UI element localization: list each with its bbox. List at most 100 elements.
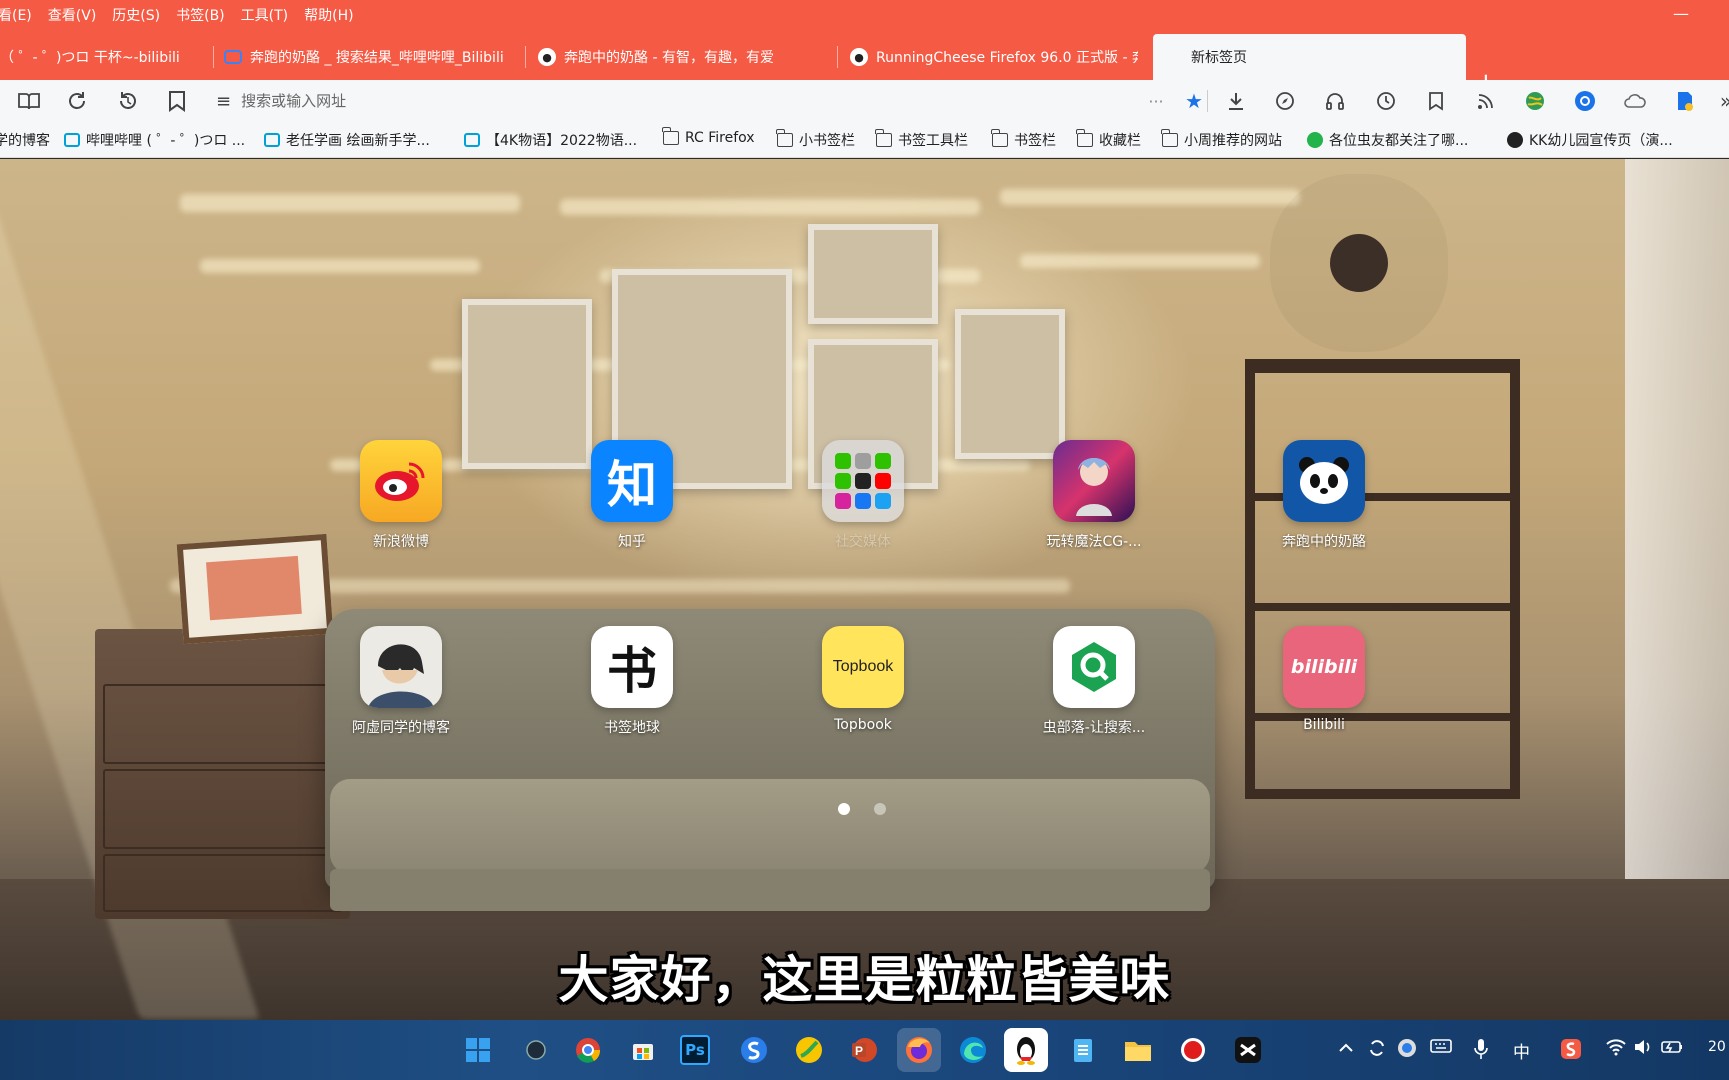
speed-dial-ahu-blog[interactable]: 阿虚同学的博客 bbox=[341, 626, 461, 737]
sunlight-stripe bbox=[1000, 189, 1300, 205]
weibo-icon bbox=[360, 440, 442, 522]
url-input[interactable] bbox=[241, 92, 542, 110]
capcut-icon[interactable] bbox=[1230, 1032, 1266, 1068]
bookmark-item[interactable]: 哔哩哔哩 ( ゜- ゜)つロ ... bbox=[64, 130, 245, 150]
reader-view-icon[interactable] bbox=[16, 88, 42, 114]
menu-view[interactable]: 查看(V) bbox=[40, 5, 105, 25]
page-info-icon[interactable]: ≡ bbox=[216, 91, 231, 112]
windows-start-icon[interactable] bbox=[460, 1032, 496, 1068]
app-mini-icon bbox=[875, 453, 891, 469]
minimize-button[interactable]: — bbox=[1673, 4, 1689, 23]
url-bar[interactable]: ≡ bbox=[216, 88, 542, 114]
tile-label: 阿虚同学的博客 bbox=[352, 720, 450, 736]
star-icon[interactable]: ★ bbox=[1182, 89, 1206, 113]
bilibili-tv-icon bbox=[224, 50, 242, 64]
tray-expand-icon[interactable] bbox=[1338, 1038, 1354, 1058]
taskbar-clock[interactable]: 20 bbox=[1708, 1039, 1726, 1055]
page-dot-2[interactable] bbox=[874, 803, 886, 815]
globe-extension-icon[interactable] bbox=[1523, 89, 1547, 113]
bookmark-folder[interactable]: 书签栏 bbox=[991, 129, 1056, 150]
headphones-icon[interactable] bbox=[1323, 89, 1347, 113]
menu-help[interactable]: 帮助(H) bbox=[296, 5, 361, 25]
app-tray-icon[interactable] bbox=[1397, 1038, 1417, 1063]
translate-extension-icon[interactable] bbox=[1573, 89, 1597, 113]
menu-bookmarks[interactable]: 书签(B) bbox=[168, 5, 233, 25]
search-icon[interactable] bbox=[518, 1032, 554, 1068]
script-extension-icon[interactable] bbox=[1673, 89, 1697, 113]
shelf-board bbox=[1255, 603, 1510, 611]
folder-icon bbox=[1161, 129, 1178, 147]
menu-expand-icon[interactable]: » bbox=[1714, 89, 1729, 113]
ime-indicator[interactable]: 中 bbox=[1513, 1038, 1530, 1063]
360-browser-icon[interactable] bbox=[791, 1032, 827, 1068]
menu-tools[interactable]: 工具(T) bbox=[233, 5, 296, 25]
speed-dial-weibo[interactable]: 新浪微博 bbox=[341, 440, 461, 551]
bookmark-folder[interactable]: 小书签栏 bbox=[776, 129, 855, 150]
compass-icon[interactable] bbox=[1273, 89, 1297, 113]
sogou-ime-icon[interactable] bbox=[1560, 1038, 1582, 1065]
bookmark-item[interactable]: 【4K物语】2022物语... bbox=[464, 130, 637, 150]
sync-tray-icon[interactable] bbox=[1367, 1038, 1387, 1063]
battery-icon[interactable] bbox=[1660, 1038, 1684, 1061]
bookmark-item[interactable]: 老任学画 绘画新手学... bbox=[264, 130, 430, 150]
speed-dial-chongbuluo[interactable]: 虫部落-让搜索... bbox=[1034, 626, 1154, 737]
tab-bilibili-home[interactable]: （ ゜- ゜)つロ 干杯~-bilibili bbox=[0, 38, 214, 76]
tab-bilibili-search[interactable]: 奔跑的奶酪 _ 搜索结果_哔哩哔哩_Bilibili bbox=[216, 38, 526, 76]
kk-icon bbox=[1507, 132, 1523, 148]
menu-history[interactable]: 历史(S) bbox=[104, 5, 168, 25]
bookmark-icon[interactable] bbox=[164, 88, 190, 114]
menu-edit[interactable]: 看(E) bbox=[0, 5, 40, 25]
topbook-glyph: Topbook bbox=[832, 658, 894, 675]
powerpoint-icon[interactable]: P bbox=[846, 1032, 882, 1068]
bookmarks-sidebar-icon[interactable] bbox=[1424, 89, 1448, 113]
tab-new-tab[interactable]: 新标签页 bbox=[1153, 34, 1466, 80]
chrome-icon[interactable] bbox=[570, 1032, 606, 1068]
bookmark-item[interactable]: KK幼儿园宣传页（演... bbox=[1507, 130, 1673, 150]
download-icon[interactable] bbox=[1224, 89, 1248, 113]
bookmark-label: 书签栏 bbox=[1014, 133, 1056, 149]
reload-icon[interactable] bbox=[64, 88, 90, 114]
microsoft-store-icon[interactable] bbox=[625, 1032, 661, 1068]
zhihu-icon: 知 bbox=[591, 440, 673, 522]
speed-dial-magic-cg[interactable]: 玩转魔法CG-... bbox=[1034, 440, 1154, 551]
new-tab-page: 新浪微博 知 知乎 社交媒体 玩转魔法CG-... 奔跑中的奶酪 阿虚同学的博客… bbox=[0, 159, 1729, 1020]
microphone-icon[interactable] bbox=[1474, 1038, 1488, 1065]
tab-runningcheese-firefox[interactable]: ● RunningCheese Firefox 96.0 正式版 - 奔 bbox=[842, 38, 1138, 76]
wall-clock bbox=[1330, 234, 1388, 292]
edge-icon[interactable] bbox=[955, 1032, 991, 1068]
bookmark-folder[interactable]: 收藏栏 bbox=[1076, 129, 1141, 150]
firefox-icon[interactable] bbox=[897, 1028, 941, 1072]
photoshop-icon[interactable]: Ps bbox=[680, 1035, 710, 1065]
tile-label: 虫部落-让搜索... bbox=[1042, 720, 1146, 736]
bookmark-folder[interactable]: 书签工具栏 bbox=[875, 129, 968, 150]
volume-icon[interactable] bbox=[1633, 1038, 1653, 1061]
sofa-base bbox=[330, 869, 1210, 911]
speed-dial-bilibili[interactable]: bilibili Bilibili bbox=[1264, 626, 1384, 733]
keyboard-icon[interactable] bbox=[1430, 1038, 1452, 1059]
page-actions-more-icon[interactable]: ··· bbox=[1144, 89, 1168, 113]
bookmark-item[interactable]: 学的博客 bbox=[0, 130, 50, 150]
sogou-browser-icon[interactable] bbox=[736, 1032, 772, 1068]
wifi-icon[interactable] bbox=[1605, 1038, 1627, 1061]
screen-recorder-icon[interactable] bbox=[1175, 1032, 1211, 1068]
file-explorer-icon[interactable] bbox=[1120, 1032, 1156, 1068]
undo-close-tab-icon[interactable] bbox=[115, 88, 141, 114]
notepad-icon[interactable] bbox=[1065, 1032, 1101, 1068]
speed-dial-runningcheese[interactable]: 奔跑中的奶酪 bbox=[1264, 440, 1384, 551]
tab-runningcheese[interactable]: ● 奔跑中的奶酪 - 有智，有趣，有爱 bbox=[530, 38, 838, 76]
speed-dial-shuqian-diqiu[interactable]: 书 书签地球 bbox=[572, 626, 692, 737]
history-clock-icon[interactable] bbox=[1374, 89, 1398, 113]
speed-dial-zhihu[interactable]: 知 知乎 bbox=[572, 440, 692, 551]
bookmark-item[interactable]: 各位虫友都关注了哪... bbox=[1307, 130, 1468, 150]
bookmark-label: KK幼儿园宣传页（演... bbox=[1529, 133, 1673, 149]
social-folder-icon bbox=[822, 440, 904, 522]
rss-icon[interactable] bbox=[1474, 89, 1498, 113]
speed-dial-social-folder[interactable]: 社交媒体 bbox=[803, 440, 923, 551]
qq-icon[interactable] bbox=[1004, 1028, 1048, 1072]
bookmark-folder[interactable]: 小周推荐的网站 bbox=[1161, 129, 1282, 150]
cloud-sync-icon[interactable] bbox=[1623, 89, 1647, 113]
navigation-toolbar: ≡ ··· ★ » bbox=[0, 80, 1729, 122]
bookmark-folder[interactable]: RC Firefox bbox=[662, 127, 755, 146]
speed-dial-topbook[interactable]: Topbook Topbook bbox=[803, 626, 923, 733]
page-dot-1[interactable] bbox=[838, 803, 850, 815]
